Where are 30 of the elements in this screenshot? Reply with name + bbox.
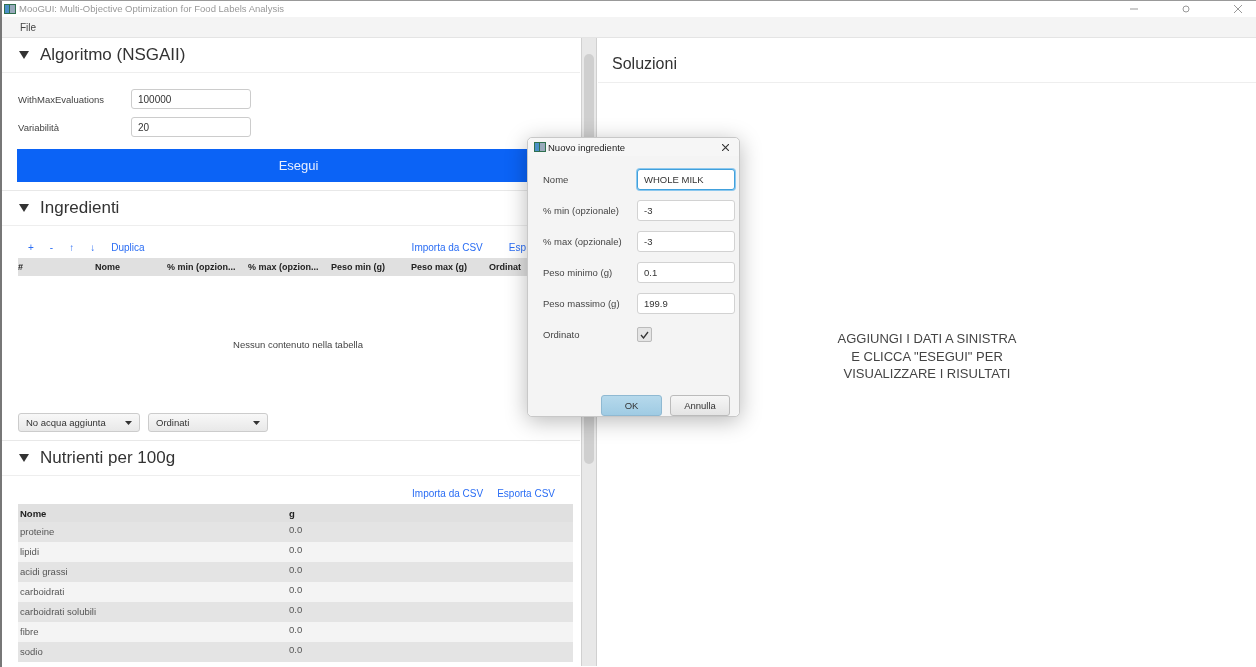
table-cell: 0.0	[287, 542, 573, 562]
table-cell: 0.0	[287, 522, 573, 542]
table-cell: 0.0	[287, 562, 573, 582]
table-cell: 0.0	[287, 622, 573, 642]
field-label: Peso minimo (g)	[543, 267, 614, 278]
field-label: WithMaxEvaluations	[18, 93, 106, 105]
section-title: Ingredienti	[40, 198, 120, 218]
table-cell: sodio	[18, 642, 287, 662]
panel-title: Soluzioni	[612, 55, 677, 73]
empty-table-message: Nessun contenuto nella tabella	[233, 339, 363, 350]
table-cell: fibre	[18, 622, 287, 642]
field-label: Variabilità	[18, 121, 60, 133]
field-label: Ordinato	[543, 329, 581, 340]
field-label: % min (opzionale)	[543, 205, 621, 216]
dialog-title: Nuovo ingrediente	[548, 141, 626, 153]
section-title: Algoritmo (NSGAII)	[40, 45, 186, 65]
field-label: Nome	[543, 174, 570, 185]
table-cell: carboidrati	[18, 582, 287, 602]
table-cell: proteine	[18, 522, 287, 542]
table-cell: lipidi	[18, 542, 287, 562]
section-title: Nutrienti per 100g	[40, 448, 176, 468]
window-title: MooGUI: Multi-Objective Optimization for Food Labels Analysis	[19, 3, 285, 14]
empty-results-message: AGGIUNGI I DATI A SINISTRA E CLICCA "ESEGUI" PER VISUALIZZARE I RISULTATI	[837, 330, 1017, 383]
table-cell: 0.0	[287, 642, 573, 662]
field-label: Peso massimo (g)	[543, 298, 621, 309]
table-cell: acidi grassi	[18, 562, 287, 582]
table-cell: 0.0	[287, 582, 573, 602]
table-cell: carboidrati solubili	[18, 602, 287, 622]
field-label: % max (opzionale)	[543, 236, 623, 247]
table-cell: 0.0	[287, 602, 573, 622]
